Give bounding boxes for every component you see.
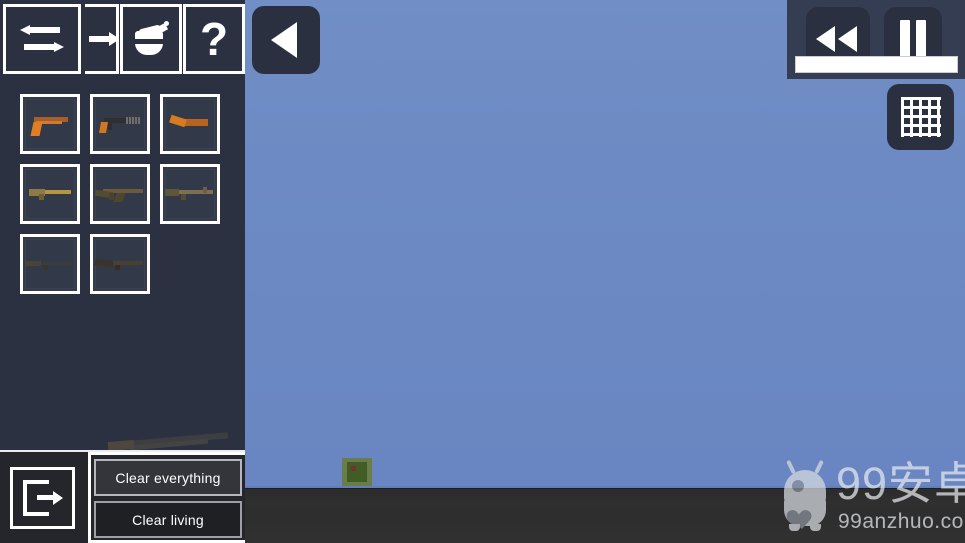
spawned-entity[interactable] — [340, 456, 374, 488]
clear-living-button[interactable]: Clear living — [94, 501, 242, 538]
slot-sniper-2[interactable] — [90, 234, 150, 294]
swap-button[interactable] — [3, 4, 81, 74]
weapon-sidebar: ? — [0, 0, 245, 452]
playback-progress-slider[interactable] — [795, 56, 958, 73]
pistol-icon — [28, 109, 72, 139]
sniper-rifle-icon — [25, 256, 75, 272]
game-screen: ? Clear everything Clear living 99安卓 99a… — [0, 0, 965, 543]
paint-bucket-icon — [131, 19, 171, 59]
sawed-off-icon — [169, 114, 210, 134]
grid-button[interactable] — [887, 84, 954, 150]
smg-icon — [96, 111, 144, 137]
play-left-icon — [271, 22, 297, 58]
slot-sawed-off[interactable] — [160, 94, 220, 154]
rifle-icon — [27, 185, 73, 203]
entity-core — [347, 462, 367, 482]
next-button[interactable] — [85, 4, 119, 74]
slot-sniper-1[interactable] — [20, 234, 80, 294]
exit-door-icon — [22, 480, 63, 516]
swap-arrows-icon — [20, 23, 64, 55]
assault-rifle-icon — [94, 183, 145, 205]
bucket-button[interactable] — [120, 4, 182, 74]
sniper-rifle-icon — [94, 256, 145, 272]
back-button[interactable] — [252, 6, 320, 74]
battle-rifle-icon — [165, 184, 215, 204]
exit-button[interactable] — [10, 467, 75, 529]
entity-marker — [351, 466, 356, 471]
slot-rifle-gold[interactable] — [20, 164, 80, 224]
grid-icon — [900, 97, 941, 137]
slot-assault-rifle[interactable] — [90, 164, 150, 224]
weapon-grid — [20, 94, 230, 304]
slot-smg[interactable] — [90, 94, 150, 154]
clear-button-group: Clear everything Clear living — [88, 452, 245, 543]
pause-icon — [898, 20, 928, 58]
clear-everything-button[interactable]: Clear everything — [94, 459, 242, 496]
slot-battle-rifle[interactable] — [160, 164, 220, 224]
arrow-right-icon — [89, 29, 116, 49]
rewind-icon — [816, 26, 860, 52]
sidebar-toolbar: ? — [0, 0, 245, 78]
help-button[interactable]: ? — [183, 4, 245, 74]
slot-pistol[interactable] — [20, 94, 80, 154]
question-mark-icon: ? — [199, 13, 229, 65]
